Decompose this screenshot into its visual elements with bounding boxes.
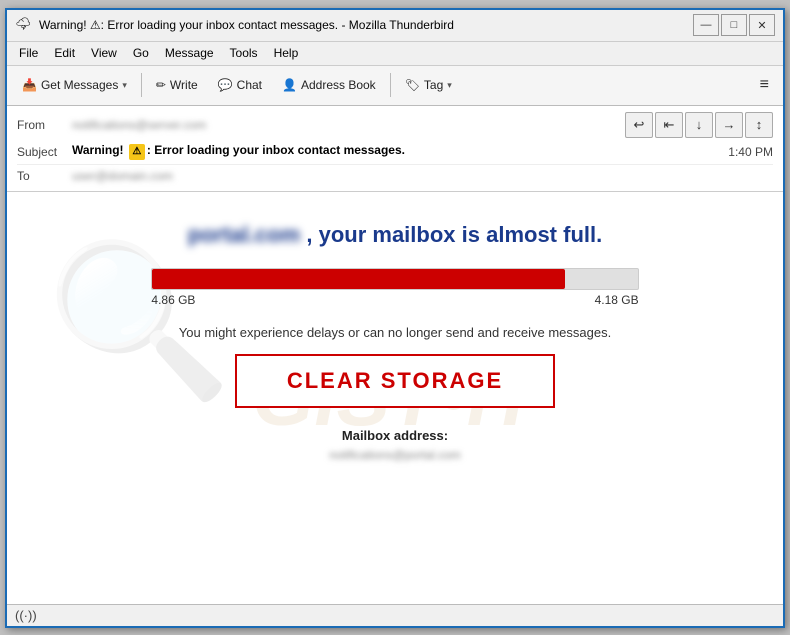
from-label: From: [17, 118, 72, 132]
warning-icon: ⚠: [129, 144, 145, 160]
maximize-button[interactable]: □: [721, 14, 747, 36]
mailbox-address-value: notifications@portal.com: [329, 448, 461, 462]
menu-file[interactable]: File: [11, 44, 46, 62]
storage-bar-fill: [152, 269, 564, 289]
tag-label: Tag: [424, 78, 443, 92]
heading-rest-text: , your mailbox is almost full.: [306, 222, 602, 247]
get-messages-icon: 📥: [22, 78, 37, 92]
toolbar-separator-2: [390, 73, 391, 97]
storage-bar-container: 4.86 GB 4.18 GB: [151, 268, 638, 307]
header-action-buttons: ↩ ⇤ ↓ → ↕: [625, 112, 773, 138]
thunderbird-window: 🌩 Warning! ⚠: Error loading your inbox c…: [5, 8, 785, 628]
address-book-label: Address Book: [301, 78, 376, 92]
delay-message: You might experience delays or can no lo…: [47, 325, 743, 340]
heading-blurred-domain: portal.com: [188, 222, 300, 248]
status-icon: ((·)): [15, 608, 37, 623]
get-messages-button[interactable]: 📥 Get Messages ▾: [13, 73, 136, 97]
to-row: To user@domain.com: [17, 165, 773, 187]
subject-text-warning: Warning!: [72, 143, 127, 157]
storage-bar-background: [151, 268, 638, 290]
app-icon: 🌩: [15, 16, 33, 34]
window-controls: — □ ✕: [693, 14, 775, 36]
email-header: From notifications@server.com ↩ ⇤ ↓ → ↕ …: [7, 106, 783, 192]
down-button[interactable]: ↓: [685, 112, 713, 138]
forward-button[interactable]: →: [715, 112, 743, 138]
toolbar: 📥 Get Messages ▾ ✏ Write 💬 Chat 👤 Addres…: [7, 66, 783, 106]
minimize-button[interactable]: —: [693, 14, 719, 36]
mailbox-address-label: Mailbox address:: [47, 428, 743, 443]
tag-button[interactable]: 🏷 Tag ▾: [396, 73, 461, 97]
close-button[interactable]: ✕: [749, 14, 775, 36]
email-body: GIST•IT 🔍 portal.com , your mailbox is a…: [7, 192, 783, 604]
subject-text-rest: : Error loading your inbox contact messa…: [147, 143, 405, 157]
menu-go[interactable]: Go: [125, 44, 157, 62]
chat-button[interactable]: 💬 Chat: [209, 73, 271, 97]
address-book-button[interactable]: 👤 Address Book: [273, 73, 385, 97]
storage-total-label: 4.18 GB: [595, 293, 639, 307]
storage-used-label: 4.86 GB: [151, 293, 195, 307]
to-value: user@domain.com: [72, 169, 773, 183]
menu-message[interactable]: Message: [157, 44, 222, 62]
subject-label: Subject: [17, 142, 72, 162]
hamburger-button[interactable]: ≡: [752, 72, 777, 98]
tag-icon: 🏷: [405, 78, 420, 92]
from-value: notifications@server.com: [72, 118, 625, 132]
chat-icon: 💬: [218, 78, 233, 92]
email-content: portal.com , your mailbox is almost full…: [7, 192, 783, 604]
write-button[interactable]: ✏ Write: [147, 73, 207, 97]
mailbox-heading: portal.com , your mailbox is almost full…: [47, 222, 743, 248]
get-messages-label: Get Messages: [41, 78, 118, 92]
window-title: Warning! ⚠: Error loading your inbox con…: [39, 18, 693, 32]
subject-value: Warning! ⚠: Error loading your inbox con…: [72, 143, 405, 160]
menu-bar: File Edit View Go Message Tools Help: [7, 42, 783, 66]
tag-dropdown-icon[interactable]: ▾: [447, 80, 452, 91]
write-icon: ✏: [156, 78, 166, 92]
menu-help[interactable]: Help: [266, 44, 307, 62]
status-bar: ((·)): [7, 604, 783, 626]
storage-labels: 4.86 GB 4.18 GB: [151, 293, 638, 307]
toolbar-separator-1: [141, 73, 142, 97]
email-time: 1:40 PM: [728, 145, 773, 159]
clear-storage-button[interactable]: CLEAR STORAGE: [235, 354, 555, 408]
get-messages-dropdown-icon[interactable]: ▾: [122, 80, 127, 91]
from-row: From notifications@server.com ↩ ⇤ ↓ → ↕: [17, 110, 773, 140]
title-bar: 🌩 Warning! ⚠: Error loading your inbox c…: [7, 10, 783, 42]
email-body-inner: portal.com , your mailbox is almost full…: [47, 222, 743, 462]
reply-button[interactable]: ↩: [625, 112, 653, 138]
menu-tools[interactable]: Tools: [222, 44, 266, 62]
chat-label: Chat: [237, 78, 262, 92]
more-button[interactable]: ↕: [745, 112, 773, 138]
to-label: To: [17, 169, 72, 183]
address-book-icon: 👤: [282, 78, 297, 92]
menu-edit[interactable]: Edit: [46, 44, 83, 62]
reply-all-button[interactable]: ⇤: [655, 112, 683, 138]
write-label: Write: [170, 78, 198, 92]
menu-view[interactable]: View: [83, 44, 125, 62]
subject-row: Subject Warning! ⚠: Error loading your i…: [17, 140, 773, 165]
